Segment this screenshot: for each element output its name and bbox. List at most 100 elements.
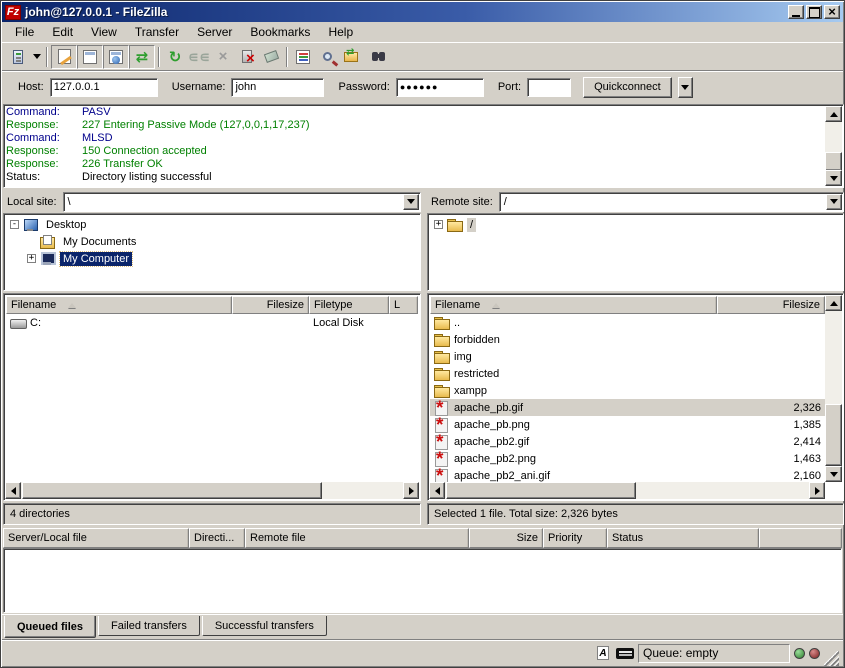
scroll-down-arrow[interactable] xyxy=(825,170,842,186)
folder-icon xyxy=(434,384,450,398)
folder-icon xyxy=(434,350,450,364)
close-button[interactable] xyxy=(824,5,840,19)
remote-file-row[interactable]: apache_pb.png 1,385 xyxy=(430,416,825,433)
process-queue-icon: ∊∊ xyxy=(188,48,211,66)
scroll-left-arrow[interactable] xyxy=(5,482,21,499)
toggle-remote-tree-button[interactable] xyxy=(103,45,129,69)
remote-file-row[interactable]: forbidden xyxy=(430,331,825,348)
activity-led-red xyxy=(809,648,820,659)
username-label: Username: xyxy=(172,81,226,93)
remote-file-row[interactable]: .. xyxy=(430,314,825,331)
remote-file-row[interactable]: apache_pb2.png 1,463 xyxy=(430,450,825,467)
port-label: Port: xyxy=(498,81,521,93)
column-remote-file[interactable]: Remote file xyxy=(245,528,469,548)
menu-bookmarks[interactable]: Bookmarks xyxy=(241,23,319,41)
column-direction[interactable]: Directi... xyxy=(189,528,245,548)
tab-queued-files[interactable]: Queued files xyxy=(4,616,96,638)
remote-file-row[interactable]: restricted xyxy=(430,365,825,382)
tab-failed-transfers[interactable]: Failed transfers xyxy=(98,616,200,636)
menu-file[interactable]: File xyxy=(6,23,43,41)
toolbar: ⇄ ↻ ∊∊ × xyxy=(2,42,843,70)
speed-limit-indicator[interactable] xyxy=(616,645,634,661)
queue-body[interactable] xyxy=(3,548,842,613)
scrollbar-thumb[interactable] xyxy=(22,482,322,499)
scroll-up-arrow[interactable] xyxy=(825,295,842,311)
quickconnect-dropdown[interactable] xyxy=(678,77,693,98)
find-files-button[interactable] xyxy=(315,45,339,69)
username-input[interactable] xyxy=(231,78,324,97)
column-last-modified[interactable]: L xyxy=(389,296,418,314)
cancel-button[interactable]: × xyxy=(211,45,235,69)
site-manager-dropdown[interactable] xyxy=(30,45,43,69)
menu-transfer[interactable]: Transfer xyxy=(126,23,188,41)
data-type-indicator[interactable]: A xyxy=(594,645,612,661)
resize-grip[interactable] xyxy=(824,651,839,666)
minimize-button[interactable] xyxy=(788,5,804,19)
remote-site-combobox[interactable]: / xyxy=(499,192,844,212)
port-input[interactable] xyxy=(527,78,571,97)
my-computer-icon xyxy=(40,252,56,266)
local-file-row[interactable]: C: Local Disk xyxy=(6,314,418,331)
scrollbar-thumb[interactable] xyxy=(825,404,842,466)
search-button[interactable] xyxy=(363,45,387,69)
tab-successful-transfers[interactable]: Successful transfers xyxy=(202,616,327,636)
log-line: Command:MLSD xyxy=(6,132,824,145)
column-status[interactable]: Status xyxy=(607,528,759,548)
column-priority[interactable]: Priority xyxy=(543,528,607,548)
column-filesize[interactable]: Filesize xyxy=(717,296,825,314)
message-log: Command:PASV Response:227 Entering Passi… xyxy=(3,104,844,188)
toggle-queue-button[interactable]: ⇄ xyxy=(129,45,155,69)
quickconnect-button[interactable]: Quickconnect xyxy=(583,77,672,98)
remote-file-row-selected[interactable]: apache_pb.gif 2,326 xyxy=(430,399,825,416)
host-input[interactable] xyxy=(50,78,158,97)
folder-icon xyxy=(434,316,450,330)
column-size[interactable]: Size xyxy=(469,528,543,548)
disconnect-icon xyxy=(242,50,252,63)
tree-item-my-documents[interactable]: My Documents xyxy=(6,233,418,250)
directory-comparison-button[interactable] xyxy=(291,45,315,69)
scroll-right-arrow[interactable] xyxy=(809,482,825,499)
remote-file-row[interactable]: xampp xyxy=(430,382,825,399)
menu-help[interactable]: Help xyxy=(319,23,362,41)
disconnect-button[interactable] xyxy=(235,45,259,69)
password-input[interactable] xyxy=(396,78,484,97)
column-filename[interactable]: Filename xyxy=(430,296,717,314)
process-queue-button[interactable]: ∊∊ xyxy=(187,45,211,69)
local-horizontal-scrollbar[interactable] xyxy=(5,482,419,499)
title-bar[interactable]: Fz john@127.0.0.1 - FileZilla xyxy=(2,2,843,22)
remote-file-row[interactable]: apache_pb2.gif 2,414 xyxy=(430,433,825,450)
log-vertical-scrollbar[interactable] xyxy=(825,106,842,186)
menu-server[interactable]: Server xyxy=(188,23,241,41)
scroll-left-arrow[interactable] xyxy=(429,482,445,499)
column-server-local-file[interactable]: Server/Local file xyxy=(3,528,189,548)
local-site-dropdown[interactable] xyxy=(403,194,419,210)
scrollbar-thumb[interactable] xyxy=(825,152,842,171)
scrollbar-thumb[interactable] xyxy=(446,482,636,499)
toggle-message-log-button[interactable] xyxy=(51,45,77,69)
remote-site-dropdown[interactable] xyxy=(826,194,842,210)
menu-view[interactable]: View xyxy=(82,23,126,41)
scroll-down-arrow[interactable] xyxy=(825,466,842,482)
site-manager-button[interactable] xyxy=(6,45,30,69)
synchronized-browsing-button[interactable] xyxy=(339,45,363,69)
local-site-combobox[interactable]: \ xyxy=(63,192,421,212)
refresh-button[interactable]: ↻ xyxy=(163,45,187,69)
toggle-local-tree-button[interactable] xyxy=(77,45,103,69)
menu-edit[interactable]: Edit xyxy=(43,23,82,41)
remote-file-row[interactable]: img xyxy=(430,348,825,365)
remote-vertical-scrollbar[interactable] xyxy=(825,295,842,482)
maximize-button[interactable] xyxy=(806,5,822,19)
column-filename[interactable]: Filename xyxy=(6,296,232,314)
column-filetype[interactable]: Filetype xyxy=(309,296,389,314)
column-filesize[interactable]: Filesize xyxy=(232,296,309,314)
remote-horizontal-scrollbar[interactable] xyxy=(429,482,825,499)
scroll-up-arrow[interactable] xyxy=(825,106,842,122)
collapse-icon[interactable]: - xyxy=(10,220,19,229)
tree-item-my-computer[interactable]: + My Computer xyxy=(6,250,418,267)
tree-item-root[interactable]: + / xyxy=(430,216,841,233)
expand-icon[interactable]: + xyxy=(27,254,36,263)
tree-item-desktop[interactable]: - Desktop xyxy=(6,216,418,233)
clear-queue-button[interactable] xyxy=(259,45,283,69)
scroll-right-arrow[interactable] xyxy=(403,482,419,499)
expand-icon[interactable]: + xyxy=(434,220,443,229)
